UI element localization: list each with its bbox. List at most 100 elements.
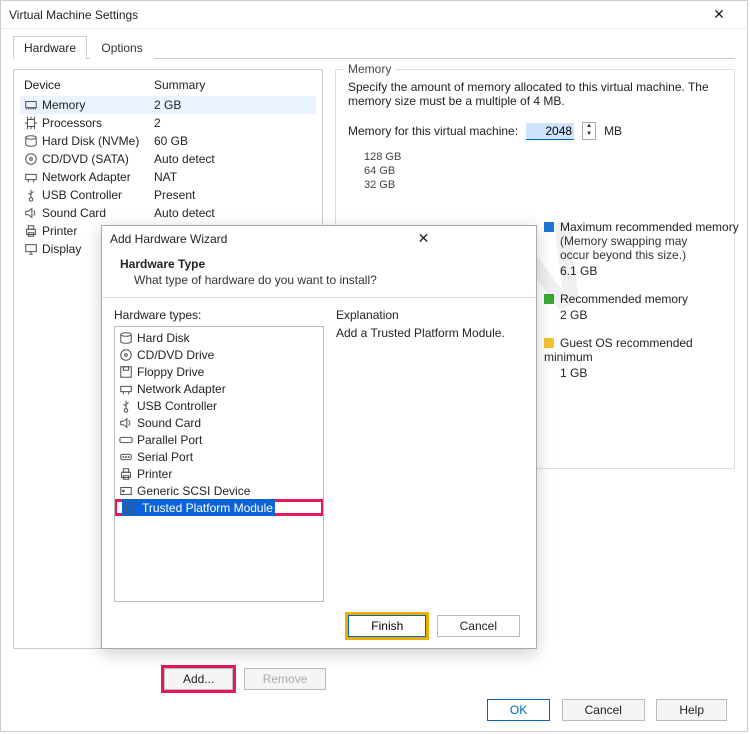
tab-options[interactable]: Options [90, 36, 153, 60]
memory-legend: Memory [344, 62, 395, 76]
device-icon [24, 134, 38, 148]
device-summary: 2 GB [154, 98, 181, 112]
device-list-header: Device Summary [20, 76, 316, 94]
tab-hardware[interactable]: Hardware [13, 36, 87, 59]
remove-button[interactable]: Remove [244, 668, 327, 690]
hardware-type-item[interactable]: Trusted Platform Module [122, 499, 275, 516]
wizard-title: Add Hardware Wizard [110, 232, 319, 246]
hardware-type-label: Hard Disk [137, 331, 190, 345]
device-icon [24, 242, 38, 256]
dialog-footer: OK Cancel Help [483, 699, 731, 721]
memory-scale: 128 GB 64 GB 32 GB [364, 150, 722, 192]
help-button[interactable]: Help [656, 699, 727, 721]
device-name: Network Adapter [42, 170, 131, 184]
device-summary: Auto detect [154, 206, 215, 220]
square-icon [544, 294, 554, 304]
device-summary: 2 [154, 116, 161, 130]
explanation-text: Add a Trusted Platform Module. [336, 326, 524, 340]
device-summary: 60 GB [154, 134, 188, 148]
device-row[interactable]: USB Controller Present [20, 186, 316, 204]
hardware-icon [119, 484, 133, 498]
device-name: USB Controller [42, 188, 122, 202]
device-row[interactable]: Hard Disk (NVMe) 60 GB [20, 132, 316, 150]
cancel-button[interactable]: Cancel [562, 699, 645, 721]
finish-button[interactable]: Finish [348, 615, 426, 637]
hardware-type-item[interactable]: Parallel Port [117, 431, 321, 448]
settings-window: Virtual Machine Settings ✕ Hardware Opti… [0, 0, 748, 732]
device-buttons: Add... Remove [161, 665, 330, 693]
window-title: Virtual Machine Settings [9, 8, 699, 22]
hardware-type-label: USB Controller [137, 399, 217, 413]
hardware-icon [119, 450, 133, 464]
device-icon [24, 98, 38, 112]
hardware-icon [119, 348, 133, 362]
memory-label: Memory for this virtual machine: [348, 124, 518, 138]
hardware-type-item[interactable]: USB Controller [117, 397, 321, 414]
hardware-types-list[interactable]: Hard Disk CD/DVD Drive Floppy Drive Network… [114, 326, 324, 602]
hardware-icon [119, 382, 133, 396]
device-name: Memory [42, 98, 85, 112]
device-name: Hard Disk (NVMe) [42, 134, 139, 148]
square-icon [544, 338, 554, 348]
memory-desc: Specify the amount of memory allocated t… [348, 80, 722, 108]
wizard-cancel-button[interactable]: Cancel [437, 615, 520, 637]
tabs: Hardware Options [1, 29, 747, 59]
hardware-type-label: CD/DVD Drive [137, 348, 214, 362]
hardware-type-label: Printer [137, 467, 172, 481]
col-summary: Summary [154, 78, 205, 92]
col-device: Device [24, 78, 154, 92]
hardware-types-label: Hardware types: [114, 308, 324, 322]
device-icon [24, 188, 38, 202]
device-row[interactable]: Sound Card Auto detect [20, 204, 316, 222]
device-name: Processors [42, 116, 102, 130]
hardware-type-label: Floppy Drive [137, 365, 204, 379]
hardware-icon [119, 331, 133, 345]
square-icon [544, 222, 554, 232]
device-icon [24, 152, 38, 166]
device-row[interactable]: CD/DVD (SATA) Auto detect [20, 150, 316, 168]
hardware-type-item[interactable]: Generic SCSI Device [117, 482, 321, 499]
device-summary: Auto detect [154, 152, 215, 166]
hardware-type-item[interactable]: Hard Disk [117, 329, 321, 346]
device-icon [24, 224, 38, 238]
hardware-type-label: Parallel Port [137, 433, 202, 447]
close-icon[interactable]: ✕ [699, 6, 739, 23]
device-name: Display [42, 242, 81, 256]
hardware-type-item[interactable]: CD/DVD Drive [117, 346, 321, 363]
ok-button[interactable]: OK [487, 699, 550, 721]
memory-input[interactable] [526, 123, 574, 140]
device-name: CD/DVD (SATA) [42, 152, 129, 166]
hardware-type-item[interactable]: Sound Card [117, 414, 321, 431]
hardware-icon [119, 399, 133, 413]
device-row[interactable]: Network Adapter NAT [20, 168, 316, 186]
hardware-type-label: Sound Card [137, 416, 201, 430]
hardware-icon [119, 467, 133, 481]
device-summary: NAT [154, 170, 177, 184]
device-icon [24, 170, 38, 184]
titlebar: Virtual Machine Settings ✕ [1, 1, 747, 29]
memory-spinner[interactable]: ▲▼ [582, 122, 596, 140]
hardware-type-label: Serial Port [137, 450, 193, 464]
close-icon[interactable]: ✕ [319, 230, 528, 247]
device-icon [24, 116, 38, 130]
hardware-type-label: Generic SCSI Device [137, 484, 250, 498]
hardware-type-item[interactable]: Serial Port [117, 448, 321, 465]
hardware-type-label: Network Adapter [137, 382, 226, 396]
device-icon [24, 206, 38, 220]
hardware-icon [119, 433, 133, 447]
hardware-icon [119, 365, 133, 379]
hardware-type-item[interactable]: Printer [117, 465, 321, 482]
device-name: Sound Card [42, 206, 106, 220]
device-summary: Present [154, 188, 195, 202]
hardware-type-item[interactable]: Floppy Drive [117, 363, 321, 380]
explanation-label: Explanation [336, 308, 524, 322]
device-row[interactable]: Memory 2 GB [20, 96, 316, 114]
hardware-type-item[interactable]: Network Adapter [117, 380, 321, 397]
device-name: Printer [42, 224, 77, 238]
add-hardware-wizard: Add Hardware Wizard ✕ Hardware Type What… [101, 225, 537, 649]
device-row[interactable]: Processors 2 [20, 114, 316, 132]
wizard-subheading: What type of hardware do you want to ins… [134, 273, 518, 287]
hardware-icon [119, 416, 133, 430]
add-button[interactable]: Add... [164, 668, 233, 690]
wizard-heading: Hardware Type [120, 257, 518, 271]
